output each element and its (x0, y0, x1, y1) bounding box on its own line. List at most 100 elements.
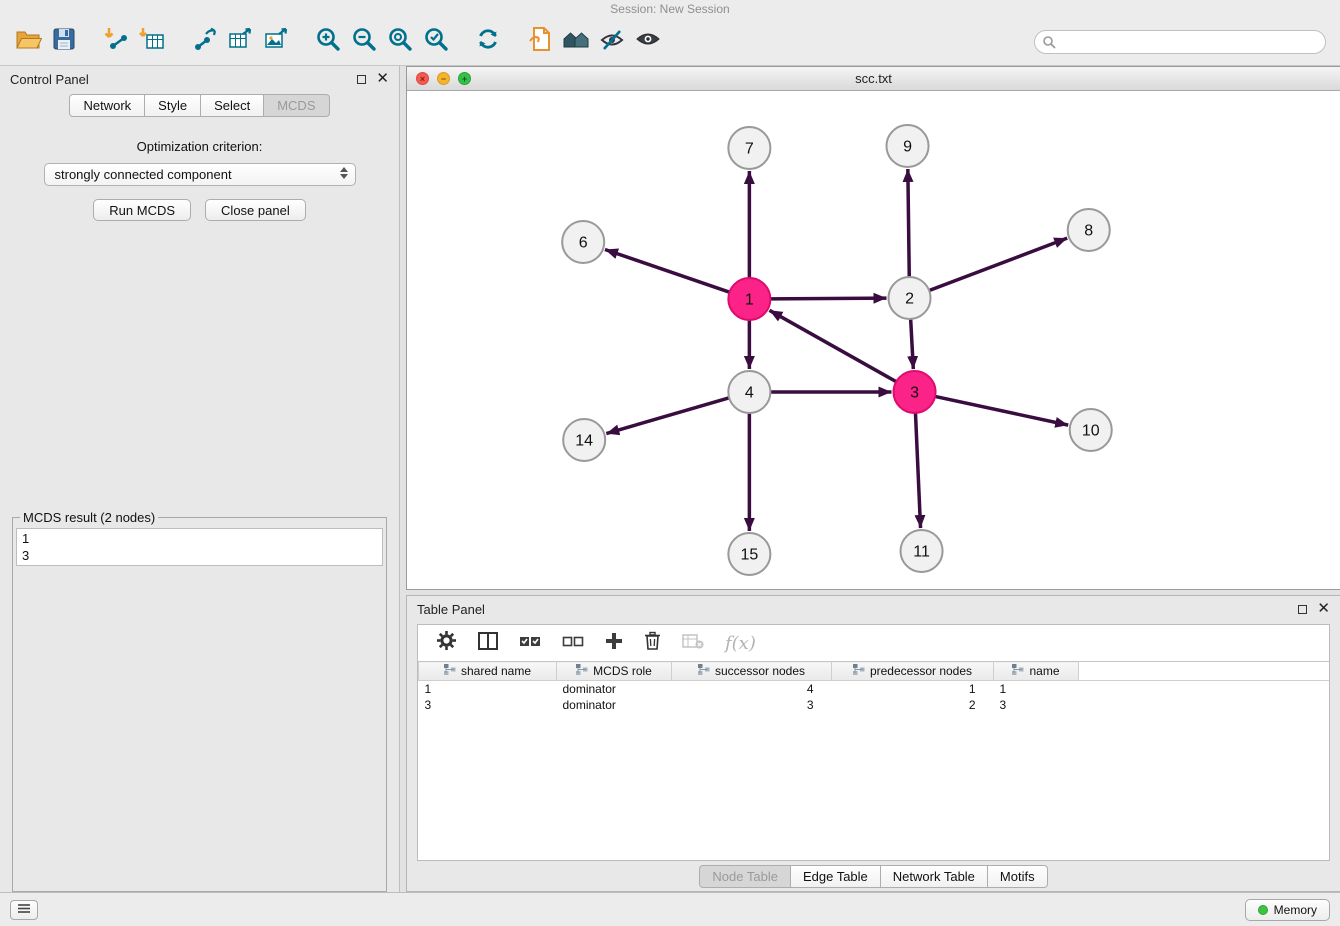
tab-mcds[interactable]: MCDS (264, 94, 329, 117)
right-column: × − + scc.txt 7968124314101511 Table Pan… (406, 66, 1340, 892)
close-window-icon[interactable]: × (416, 72, 429, 85)
node-10[interactable]: 10 (1070, 409, 1112, 451)
delete-column-button[interactable] (644, 631, 661, 655)
column-header-name[interactable]: name (994, 662, 1079, 681)
zoom-out-button[interactable] (346, 25, 382, 59)
close-panel-icon[interactable]: ✕ (376, 74, 389, 84)
export-network-button[interactable] (186, 25, 222, 59)
edge-4-14[interactable] (606, 398, 729, 434)
deselect-all-button[interactable] (562, 633, 584, 654)
edge-2-8[interactable] (929, 238, 1067, 290)
tab-style[interactable]: Style (145, 94, 201, 117)
node-7[interactable]: 7 (728, 127, 770, 169)
network-overview-button[interactable] (522, 25, 558, 59)
column-visibility-button[interactable] (478, 632, 498, 655)
cell-MCDS-role: dominator (557, 697, 672, 713)
table-settings-button[interactable] (436, 630, 457, 656)
search-input[interactable] (1034, 30, 1326, 54)
node-14[interactable]: 14 (563, 419, 605, 461)
task-history-button[interactable] (10, 900, 38, 920)
edge-1-2[interactable] (770, 298, 886, 299)
node-8[interactable]: 8 (1068, 209, 1110, 251)
gear-icon (436, 630, 457, 656)
node-label-7: 7 (745, 141, 754, 158)
tab-network-table[interactable]: Network Table (881, 865, 988, 888)
open-folder-icon (14, 25, 42, 58)
import-table-button[interactable] (134, 25, 170, 59)
mcds-result-list: 13 (16, 528, 383, 566)
mcds-panel-content: Optimization criterion: strongly connect… (0, 117, 399, 892)
tab-motifs[interactable]: Motifs (988, 865, 1048, 888)
run-mcds-button[interactable]: Run MCDS (93, 199, 191, 221)
node-3[interactable]: 3 (894, 371, 936, 413)
column-header-successor-nodes[interactable]: successor nodes (672, 662, 832, 681)
criterion-select[interactable]: strongly connected component (44, 163, 356, 186)
plus-icon (605, 632, 623, 655)
node-4[interactable]: 4 (728, 371, 770, 413)
zoom-in-icon (314, 25, 342, 58)
maximize-window-icon[interactable]: + (458, 72, 471, 85)
tab-edge-table[interactable]: Edge Table (791, 865, 881, 888)
float-panel-icon[interactable] (357, 75, 366, 84)
criterion-selected-value: strongly connected component (55, 167, 232, 182)
edge-3-10[interactable] (935, 396, 1068, 425)
first-neighbors-button[interactable] (558, 25, 594, 59)
network-canvas[interactable]: 7 9 6 8 1 2 4 3 14 10 15 11 (407, 91, 1340, 589)
zoom-fit-button[interactable] (382, 25, 418, 59)
list-icon (17, 901, 31, 919)
export-image-icon (262, 25, 290, 58)
save-session-button[interactable] (46, 25, 82, 59)
close-panel-button[interactable]: Close panel (205, 199, 306, 221)
zoom-out-icon (350, 25, 378, 58)
network-window-title: scc.txt (855, 71, 892, 86)
memory-button[interactable]: Memory (1245, 899, 1330, 921)
zoom-in-button[interactable] (310, 25, 346, 59)
node-6[interactable]: 6 (562, 221, 604, 263)
toolbar-search (1034, 30, 1326, 54)
node-11[interactable]: 11 (901, 530, 943, 572)
cell-name: 1 (994, 681, 1079, 697)
control-panel: Control Panel ✕ Network Style Select MCD… (0, 66, 400, 892)
optimization-criterion-label: Optimization criterion: (12, 139, 387, 154)
edge-1-6[interactable] (605, 249, 730, 292)
export-table-icon (226, 25, 254, 58)
zoom-selected-button[interactable] (418, 25, 454, 59)
node-9[interactable]: 9 (887, 125, 929, 167)
column-header-predecessor-nodes[interactable]: predecessor nodes (832, 662, 994, 681)
tab-node-table[interactable]: Node Table (699, 865, 791, 888)
column-header-mcds-role[interactable]: MCDS role (557, 662, 672, 681)
export-table-button[interactable] (222, 25, 258, 59)
import-network-button[interactable] (98, 25, 134, 59)
open-session-button[interactable] (10, 25, 46, 59)
refresh-icon (474, 25, 502, 58)
edge-2-3[interactable] (911, 319, 914, 369)
edge-3-11[interactable] (915, 413, 920, 528)
table-row[interactable]: 1dominator411 (419, 681, 1330, 697)
tab-network[interactable]: Network (69, 94, 145, 117)
table-row[interactable]: 3dominator323 (419, 697, 1330, 713)
node-2[interactable]: 2 (889, 277, 931, 319)
trash-icon (644, 631, 661, 655)
export-image-button[interactable] (258, 25, 294, 59)
zoom-selected-icon (422, 25, 450, 58)
close-table-panel-icon[interactable]: ✕ (1317, 604, 1330, 614)
add-column-button[interactable] (605, 632, 623, 655)
edge-2-9[interactable] (908, 169, 909, 277)
minimize-window-icon[interactable]: − (437, 72, 450, 85)
float-table-panel-icon[interactable] (1298, 605, 1307, 614)
cell-successor-nodes: 4 (672, 681, 832, 697)
column-header-shared-name[interactable]: shared name (419, 662, 557, 681)
apply-layout-button[interactable] (470, 25, 506, 59)
edge-3-1[interactable] (769, 310, 896, 381)
mcds-result-box: MCDS result (2 nodes) 13 (12, 510, 387, 892)
show-graphics-details-button[interactable] (630, 25, 666, 59)
zoom-fit-icon (386, 25, 414, 58)
tab-select[interactable]: Select (201, 94, 264, 117)
node-1[interactable]: 1 (728, 278, 770, 320)
node-15[interactable]: 15 (728, 533, 770, 575)
select-all-button[interactable] (519, 633, 541, 654)
hide-graphics-details-button[interactable] (594, 25, 630, 59)
network-graph: 7 9 6 8 1 2 4 3 14 10 15 11 (407, 91, 1340, 589)
node-label-3: 3 (910, 385, 919, 402)
column-type-icon (444, 664, 456, 678)
